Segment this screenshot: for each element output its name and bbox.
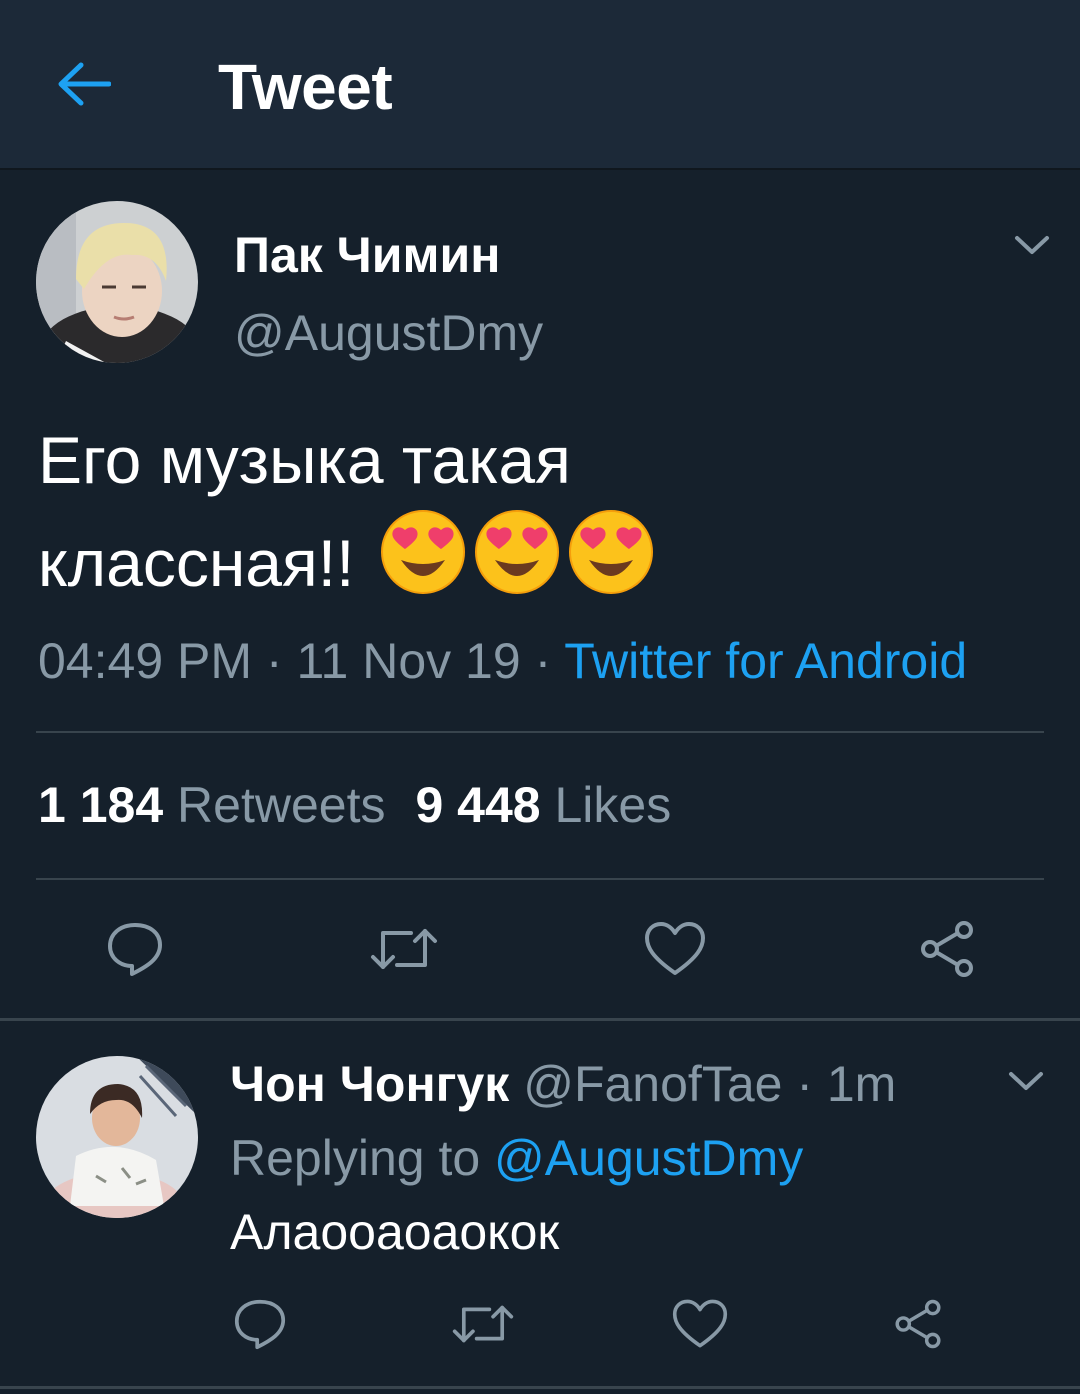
share-icon [895,1299,941,1349]
retweet-button[interactable] [366,914,442,984]
arrow-left-icon [58,62,111,106]
tweet-date: 11 Nov 19 [296,633,521,689]
like-icon [645,922,705,975]
replying-to: Replying to @AugustDmy [230,1126,803,1190]
like-icon [672,1299,728,1348]
reply-retweet-button[interactable] [448,1292,518,1356]
meta-separator: · [252,633,297,689]
tweet-text-line2: классная!! [38,526,355,600]
retweets-count: 1 184 [38,777,164,833]
like-button[interactable] [640,914,710,984]
reply-icon [234,1299,286,1350]
retweets-stat[interactable]: 1 184 Retweets [38,777,385,833]
reply-header: Чон Чонгук @FanofTae · 1m [230,1052,896,1116]
tweet-source-link[interactable]: Twitter for Android [564,633,967,689]
meta-separator: · [520,633,565,689]
reply-time: 1m [826,1056,897,1112]
share-icon [921,921,973,977]
meta-separator: · [782,1056,827,1112]
replying-to-prefix: Replying to [230,1130,495,1186]
share-button[interactable] [912,914,982,984]
reply-text: Алаооаоаокок [230,1204,560,1260]
replying-to-handle-link[interactable]: @AugustDmy [494,1130,803,1186]
reply-author-name[interactable]: Чон Чонгук [230,1056,509,1112]
page-title: Tweet [218,51,393,123]
reply-icon [108,923,162,976]
reply-avatar[interactable] [36,1056,198,1218]
retweets-label: Retweets [177,777,386,833]
avatar[interactable] [36,201,198,363]
heart-eyes-emoji-icon [379,508,467,621]
reply-reply-button[interactable] [228,1292,292,1356]
divider [0,1386,1080,1389]
likes-label: Likes [554,777,672,833]
retweet-icon [371,929,437,969]
reply-button[interactable] [100,914,170,984]
divider [36,731,1044,733]
tweet-options-button[interactable] [1012,230,1052,265]
heart-eyes-emoji-icon [567,508,655,621]
reply-share-button[interactable] [886,1292,950,1356]
tweet-meta: 04:49 PM · 11 Nov 19 · Twitter for Andro… [38,628,967,694]
divider [36,878,1044,880]
tweet-text: Его музыка такая классная!! [38,412,1038,621]
tweet-text-line1: Его музыка такая [38,423,571,497]
reply-options-button[interactable] [1006,1066,1046,1101]
reply-like-button[interactable] [668,1292,732,1356]
chevron-down-icon [1009,1072,1043,1090]
retweet-icon [452,1305,514,1343]
tweet-text-line2-wrap: классная!! [38,508,1038,621]
author-handle[interactable]: @AugustDmy [234,303,543,363]
back-button[interactable] [52,52,116,116]
app-header: Tweet [0,0,1080,170]
tweet-stats: 1 184 Retweets 9 448 Likes [38,772,701,838]
section-divider [0,1018,1080,1021]
likes-count: 9 448 [415,777,541,833]
likes-stat[interactable]: 9 448 Likes [415,777,671,833]
tweet-time: 04:49 PM [38,633,253,689]
chevron-down-icon [1015,236,1049,254]
author-name[interactable]: Пак Чимин [234,225,500,285]
reply-author-handle[interactable]: @FanofTae [523,1056,782,1112]
heart-eyes-emoji-icon [473,508,561,621]
